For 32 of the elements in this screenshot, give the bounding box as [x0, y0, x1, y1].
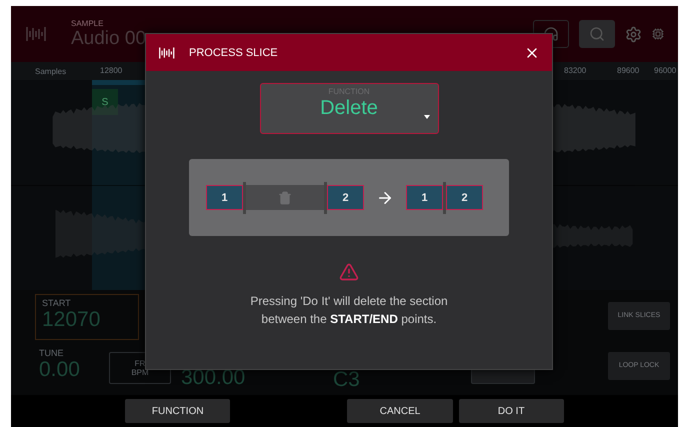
slice-marker[interactable]: S	[92, 89, 118, 115]
sample-label: SAMPLE	[71, 18, 104, 28]
slice-block: 2	[446, 185, 483, 210]
ruler-tick-label: 83200	[564, 66, 586, 75]
waveform-logo-icon	[25, 25, 49, 43]
chip-icon[interactable]	[652, 28, 664, 40]
dialog-title: PROCESS SLICE	[189, 46, 278, 58]
settings-icon[interactable]	[625, 26, 642, 42]
start-field[interactable]: START 12070	[35, 294, 139, 340]
bpm-value: 300.00	[181, 366, 246, 390]
caret-icon	[424, 115, 430, 119]
soft-key-button[interactable]: FUNCTION	[125, 399, 230, 423]
soft-key-button[interactable]: DO IT	[458, 399, 564, 423]
sample-name: Audio 00	[71, 28, 146, 50]
start-value: 12070	[42, 308, 102, 332]
slice-block: 1	[206, 185, 243, 210]
tune-label: TUNE	[39, 348, 64, 358]
ruler-tick-label: 96000	[654, 66, 676, 75]
slice-block: 2	[327, 185, 364, 210]
note-value: C3	[333, 368, 360, 392]
ruler-tick-label: 89600	[617, 66, 640, 75]
warning-icon	[339, 262, 359, 282]
waveform-logo-icon	[158, 46, 177, 60]
slice-block: 1	[406, 185, 443, 210]
start-label: START	[42, 298, 72, 308]
soft-key-button[interactable]: CANCEL	[347, 399, 453, 423]
samples-label: Samples	[35, 66, 66, 76]
dialog-message: Pressing 'Do It' will delete the section between the START/END points.	[249, 293, 449, 328]
trash-icon	[278, 190, 292, 204]
tune-value: 0.00	[39, 358, 80, 382]
zoom-icon[interactable]	[579, 20, 615, 48]
ruler-tick-label: 12800	[100, 66, 122, 75]
